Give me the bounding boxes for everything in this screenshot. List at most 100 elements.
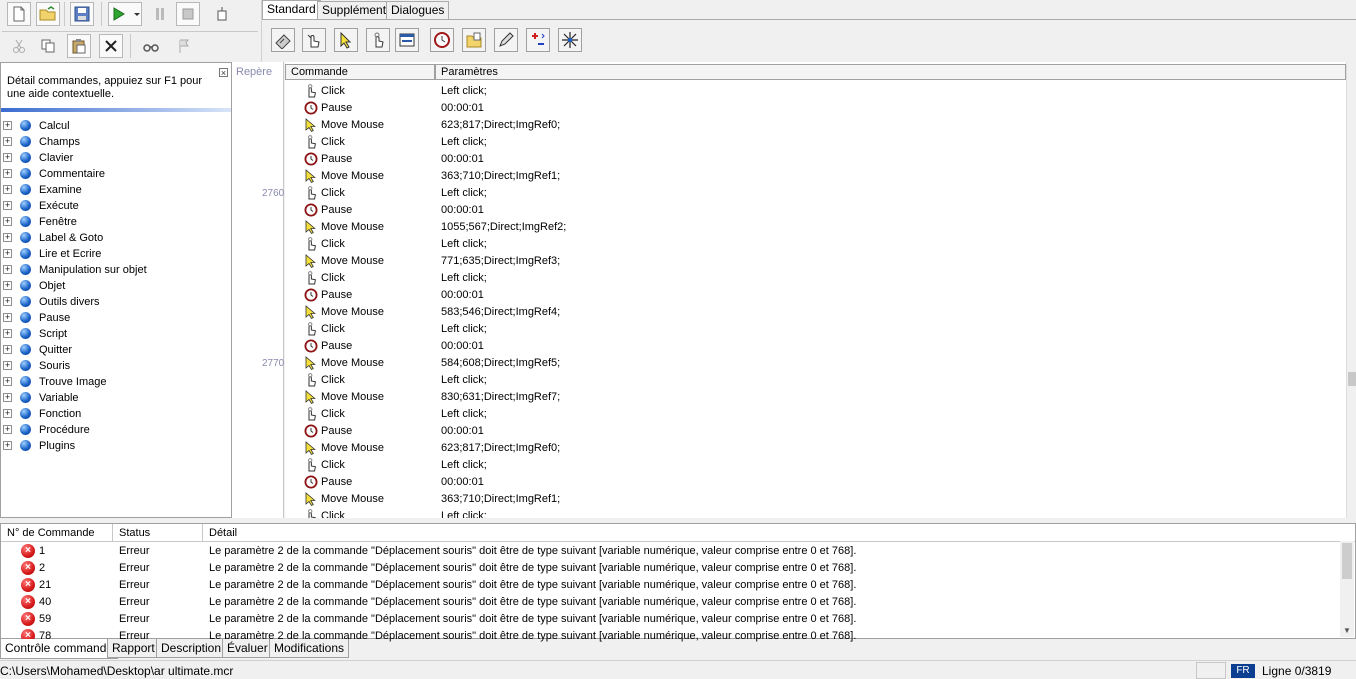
step-button[interactable] xyxy=(210,2,234,26)
tree-item[interactable]: + Quitter xyxy=(1,342,231,358)
scroll-down-icon[interactable]: ▼ xyxy=(1343,626,1351,635)
expand-icon[interactable]: + xyxy=(3,425,12,434)
tree-item[interactable]: + Objet xyxy=(1,278,231,294)
expand-icon[interactable]: + xyxy=(3,249,12,258)
tree-item[interactable]: + Commentaire xyxy=(1,166,231,182)
tree-item[interactable]: + Procédure xyxy=(1,422,231,438)
tree-item[interactable]: + Champs xyxy=(1,134,231,150)
expand-icon[interactable]: + xyxy=(3,185,12,194)
tab-rapport[interactable]: Rapport xyxy=(107,639,160,658)
command-row[interactable]: Pause 00:00:01 xyxy=(285,338,1346,355)
report-header-detail[interactable]: Détail xyxy=(203,524,1355,542)
grid-scrollbar[interactable] xyxy=(1346,62,1356,518)
tools-command-button[interactable] xyxy=(558,28,582,52)
column-header-command[interactable]: Commande xyxy=(285,64,435,80)
command-row[interactable]: Move Mouse 623;817;Direct;ImgRef0; xyxy=(285,117,1346,134)
report-header-status[interactable]: Status xyxy=(113,524,203,542)
tree-item[interactable]: + Fonction xyxy=(1,406,231,422)
pause-command-button[interactable] xyxy=(430,28,454,52)
expand-icon[interactable]: + xyxy=(3,441,12,450)
command-row[interactable]: Move Mouse 1055;567;Direct;ImgRef2; xyxy=(285,219,1346,236)
expand-icon[interactable]: + xyxy=(3,393,12,402)
command-row[interactable]: Move Mouse 363;710;Direct;ImgRef1; xyxy=(285,168,1346,185)
command-row[interactable]: Pause 00:00:01 xyxy=(285,423,1346,440)
click-command-button[interactable] xyxy=(366,28,390,52)
report-row[interactable]: × 40 Erreur Le paramètre 2 de la commande "… xyxy=(1,594,1341,611)
expand-icon[interactable]: + xyxy=(3,313,12,322)
delete-button[interactable] xyxy=(99,34,123,58)
command-row[interactable]: Move Mouse 363;710;Direct;ImgRef1; xyxy=(285,491,1346,508)
expand-icon[interactable]: + xyxy=(3,265,12,274)
command-row[interactable]: Move Mouse 623;817;Direct;ImgRef0; xyxy=(285,440,1346,457)
expand-icon[interactable]: + xyxy=(3,217,12,226)
tree-item[interactable]: + Exécute xyxy=(1,198,231,214)
tab-standard[interactable]: Standard xyxy=(262,0,321,20)
keyboard-command-button[interactable] xyxy=(271,28,295,52)
command-row[interactable]: Click Left click; xyxy=(285,270,1346,287)
report-row[interactable]: × 59 Erreur Le paramètre 2 de la commande "… xyxy=(1,611,1341,628)
report-row[interactable]: × 21 Erreur Le paramètre 2 de la commande "… xyxy=(1,577,1341,594)
tab-evaluer[interactable]: Évaluer xyxy=(222,639,273,658)
new-file-button[interactable] xyxy=(7,2,31,26)
expand-icon[interactable]: + xyxy=(3,377,12,386)
tree-item[interactable]: + Clavier xyxy=(1,150,231,166)
tree-item[interactable]: + Outils divers xyxy=(1,294,231,310)
bookmark-button[interactable] xyxy=(172,34,196,58)
tree-item[interactable]: + Lire et Ecrire xyxy=(1,246,231,262)
expand-icon[interactable]: + xyxy=(3,361,12,370)
move-mouse-command-button[interactable] xyxy=(334,28,358,52)
run-button[interactable] xyxy=(108,2,142,26)
copy-button[interactable] xyxy=(36,34,60,58)
column-header-params[interactable]: Paramètres xyxy=(435,64,1346,80)
paste-button[interactable] xyxy=(67,34,91,58)
expand-icon[interactable]: + xyxy=(3,137,12,146)
command-row[interactable]: Move Mouse 771;635;Direct;ImgRef3; xyxy=(285,253,1346,270)
command-row[interactable]: Click Left click; xyxy=(285,185,1346,202)
command-row[interactable]: Pause 00:00:01 xyxy=(285,474,1346,491)
edit-command-button[interactable] xyxy=(494,28,518,52)
command-row[interactable]: Click Left click; xyxy=(285,236,1346,253)
command-row[interactable]: Click Left click; xyxy=(285,134,1346,151)
command-row[interactable]: Pause 00:00:01 xyxy=(285,151,1346,168)
stop-button[interactable] xyxy=(176,2,200,26)
report-header-number[interactable]: N° de Commande xyxy=(1,524,113,542)
expand-icon[interactable]: + xyxy=(3,345,12,354)
command-row[interactable]: Click Left click; xyxy=(285,508,1346,518)
command-row[interactable]: Move Mouse 830;631;Direct;ImgRef7; xyxy=(285,389,1346,406)
report-row[interactable]: × 2 Erreur Le paramètre 2 de la commande "D… xyxy=(1,560,1341,577)
command-row[interactable]: Move Mouse 584;608;Direct;ImgRef5; xyxy=(285,355,1346,372)
tree-item[interactable]: + Plugins xyxy=(1,438,231,454)
window-command-button[interactable] xyxy=(395,28,419,52)
tree-item[interactable]: + Calcul xyxy=(1,118,231,134)
command-row[interactable]: Move Mouse 583;546;Direct;ImgRef4; xyxy=(285,304,1346,321)
command-row[interactable]: Pause 00:00:01 xyxy=(285,100,1346,117)
tree-item[interactable]: + Examine xyxy=(1,182,231,198)
command-row[interactable]: Click Left click; xyxy=(285,372,1346,389)
scrollbar-thumb[interactable] xyxy=(1348,372,1356,386)
expand-icon[interactable]: + xyxy=(3,201,12,210)
save-button[interactable] xyxy=(70,2,94,26)
expand-icon[interactable]: + xyxy=(3,281,12,290)
command-row[interactable]: Pause 00:00:01 xyxy=(285,202,1346,219)
tree-item[interactable]: + Pause xyxy=(1,310,231,326)
tree-item[interactable]: + Script xyxy=(1,326,231,342)
pause-run-button[interactable] xyxy=(148,2,172,26)
variable-command-button[interactable] xyxy=(526,28,550,52)
expand-icon[interactable]: + xyxy=(3,121,12,130)
folder-command-button[interactable] xyxy=(462,28,486,52)
report-row[interactable]: × 1 Erreur Le paramètre 2 de la commande "D… xyxy=(1,543,1341,560)
tab-dialogues[interactable]: Dialogues xyxy=(386,1,450,19)
tab-description[interactable]: Description xyxy=(156,639,227,658)
expand-icon[interactable]: + xyxy=(3,169,12,178)
cut-button[interactable] xyxy=(7,34,31,58)
tree-item[interactable]: + Label & Goto xyxy=(1,230,231,246)
command-row[interactable]: Click Left click; xyxy=(285,321,1346,338)
mouse-click-command-button[interactable] xyxy=(302,28,326,52)
tab-modifications[interactable]: Modifications xyxy=(269,639,350,658)
find-button[interactable] xyxy=(139,34,163,58)
expand-icon[interactable]: + xyxy=(3,153,12,162)
tree-item[interactable]: + Fenêtre xyxy=(1,214,231,230)
scrollbar-thumb[interactable] xyxy=(1342,543,1352,579)
expand-icon[interactable]: + xyxy=(3,233,12,242)
tree-item[interactable]: + Variable xyxy=(1,390,231,406)
